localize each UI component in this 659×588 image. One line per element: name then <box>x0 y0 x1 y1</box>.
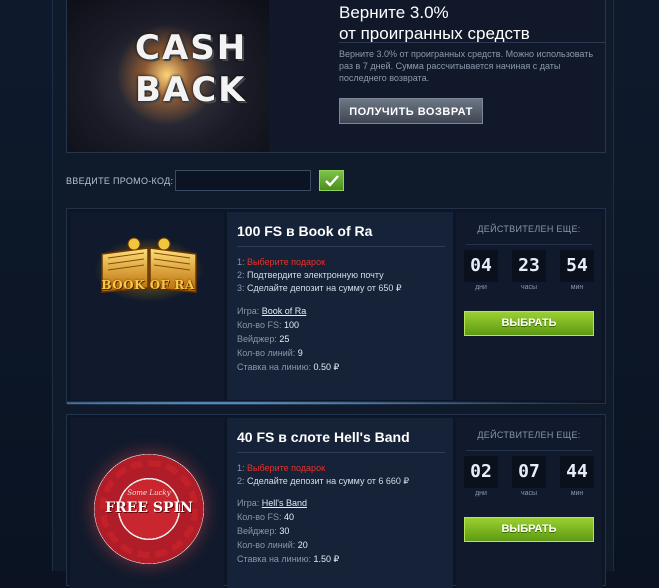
offer-info: 100 FS в Book of Ra 1: Выберите подарок … <box>227 212 453 400</box>
offer-image: Some Lucky FREE SPIN <box>70 418 224 588</box>
timer-days-unit: дни <box>475 284 487 291</box>
prop-fs-count: Кол-во FS: 100 <box>237 320 300 330</box>
offer-card: BOOK OF RA 100 FS в Book of Ra 1: Выбери… <box>66 208 606 405</box>
cashback-divider <box>339 42 605 43</box>
offer-step: 1: Выберите подарок <box>237 463 326 473</box>
timer-days: 02 <box>464 456 498 488</box>
free-spin-logo: FREE SPIN <box>105 500 193 516</box>
offer-steps: 1: Выберите подарок 2: Подтвердите элект… <box>237 256 402 295</box>
timer-label: ДЕЙСТВИТЕЛЕН ЕЩЕ: <box>477 430 581 440</box>
offer-step: 3: Сделайте депозит на сумму от 650 ₽ <box>237 283 402 293</box>
cashback-block: CASH BACK Верните 3.0% от проигранных ср… <box>66 0 606 153</box>
timer-minutes: 44 <box>560 456 594 488</box>
choose-offer-button[interactable]: ВЫБРАТЬ <box>464 311 594 336</box>
timer-divider <box>466 450 592 451</box>
offer-timer: ДЕЙСТВИТЕЛЕН ЕЩЕ: 02 07 44 дни часы мин … <box>456 418 602 588</box>
offer-step: 2: Сделайте депозит на сумму от 6 660 ₽ <box>237 476 410 486</box>
timer-hours-unit: часы <box>520 284 538 291</box>
prop-lines: Кол-во линий: 9 <box>237 348 303 358</box>
prop-lines: Кол-во линий: 20 <box>237 540 308 550</box>
prop-fs-count: Кол-во FS: 40 <box>237 512 295 522</box>
chip-subtitle: Some Lucky <box>127 489 171 497</box>
choose-offer-button[interactable]: ВЫБРАТЬ <box>464 517 594 542</box>
prop-bet-per-line: Ставка на линию: 1.50 ₽ <box>237 554 340 564</box>
cashback-title: Верните 3.0% от проигранных средств <box>339 2 599 44</box>
book-of-ra-logo: BOOK OF RA <box>101 278 195 292</box>
timer-hours: 07 <box>512 456 546 488</box>
cashback-description: Верните 3.0% от проигранных средств. Мож… <box>339 49 594 83</box>
timer-divider <box>466 244 592 245</box>
timer-label: ДЕЙСТВИТЕЛЕН ЕЩЕ: <box>477 224 581 234</box>
offer-properties: Игра: Book of Ra Кол-во FS: 100 Вейджер:… <box>237 304 339 374</box>
offer-title: 100 FS в Book of Ra <box>237 223 373 239</box>
game-link[interactable]: Book of Ra <box>262 306 307 316</box>
choose-gift-step: Выберите подарок <box>247 257 326 267</box>
timer-hours-unit: часы <box>520 490 538 497</box>
cashback-image: CASH BACK <box>67 0 269 152</box>
offer-card: Some Lucky FREE SPIN 40 FS в слоте Hell'… <box>66 414 606 588</box>
offer-step: 1: Выберите подарок <box>237 257 326 267</box>
offer-title: 40 FS в слоте Hell's Band <box>237 429 410 445</box>
prop-wager: Вейджер: 30 <box>237 526 290 536</box>
promo-code-label: ВВЕДИТЕ ПРОМО-КОД: <box>66 176 174 186</box>
timer-days-unit: дни <box>475 490 487 497</box>
prop-bet-per-line: Ставка на линию: 0.50 ₽ <box>237 362 340 372</box>
promo-submit-button[interactable] <box>319 170 344 191</box>
cashback-title-line2: от проигранных средств <box>339 24 530 43</box>
offer-step: 2: Подтвердите электронную почту <box>237 270 384 280</box>
cashback-title-line1: Верните 3.0% <box>339 3 449 22</box>
offer-divider <box>237 452 445 453</box>
promo-code-input[interactable] <box>175 170 311 191</box>
prop-game: Игра: Book of Ra <box>237 306 307 316</box>
offer-info: 40 FS в слоте Hell's Band 1: Выберите по… <box>227 418 453 588</box>
game-link[interactable]: Hell's Band <box>262 498 307 508</box>
prop-game: Игра: Hell's Band <box>237 498 308 508</box>
cashback-logo-line1: CASH <box>135 28 248 68</box>
card-glow <box>67 401 605 405</box>
prop-wager: Вейджер: 25 <box>237 334 290 344</box>
offer-divider <box>237 246 445 247</box>
timer-minutes-unit: мин <box>570 490 584 497</box>
offer-properties: Игра: Hell's Band Кол-во FS: 40 Вейджер:… <box>237 496 339 566</box>
get-refund-button[interactable]: ПОЛУЧИТЬ ВОЗВРАТ <box>339 98 483 124</box>
timer-hours: 23 <box>512 250 546 282</box>
timer-minutes-unit: мин <box>570 284 584 291</box>
timer-minutes: 54 <box>560 250 594 282</box>
offer-image: BOOK OF RA <box>70 212 224 400</box>
cashback-logo-line2: BACK <box>135 70 247 110</box>
offer-timer: ДЕЙСТВИТЕЛЕН ЕЩЕ: 04 23 54 дни часы мин … <box>456 212 602 400</box>
choose-gift-step: Выберите подарок <box>247 463 326 473</box>
offer-steps: 1: Выберите подарок 2: Сделайте депозит … <box>237 462 409 488</box>
timer-days: 04 <box>464 250 498 282</box>
checkmark-icon <box>325 175 339 187</box>
